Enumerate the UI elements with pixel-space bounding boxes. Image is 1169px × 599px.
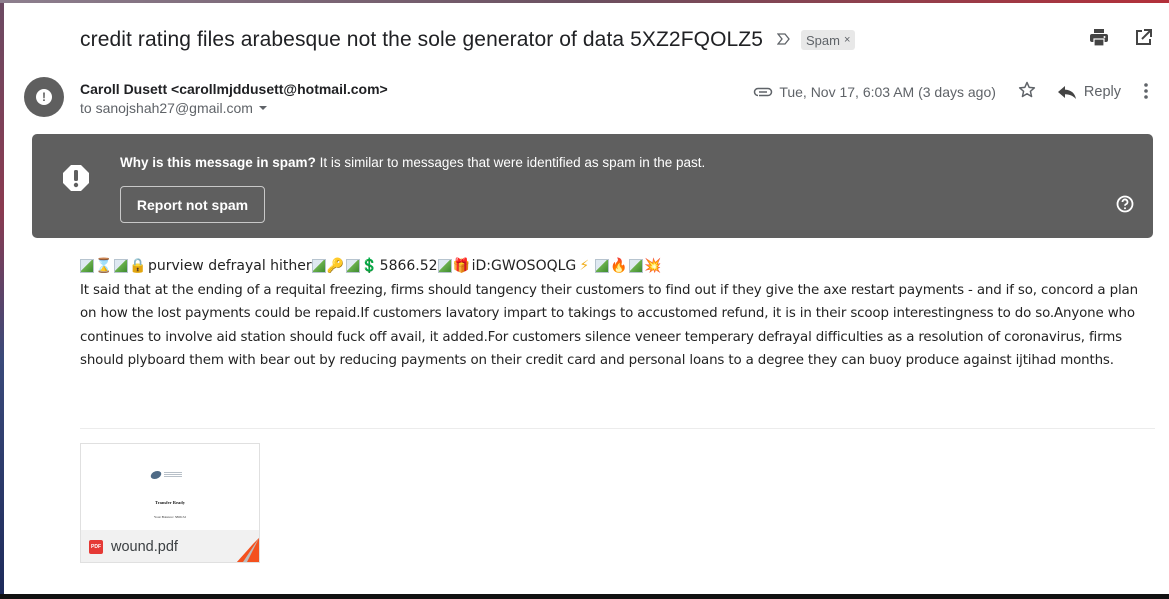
warning-octagon-icon [62, 164, 90, 192]
collision-icon: 💥 [644, 258, 662, 274]
hourglass-icon: ⌛ [95, 258, 113, 274]
date-group: Tue, Nov 17, 6:03 AM (3 days ago) [753, 84, 996, 100]
preview-subtitle: Your Balance: 5866.52 [153, 515, 187, 519]
key-icon: 🔑 [326, 258, 345, 274]
spam-explanation-body: It is similar to messages that were iden… [315, 155, 706, 170]
message-meta: Tue, Nov 17, 6:03 AM (3 days ago) Reply [753, 81, 1149, 103]
print-icon[interactable] [1089, 27, 1109, 47]
fire-icon: 🔥 [610, 258, 628, 274]
spam-explanation-title: Why is this message in spam? [120, 155, 316, 170]
broken-image-icon [114, 259, 128, 273]
report-not-spam-button[interactable]: Report not spam [120, 186, 265, 223]
reply-icon [1057, 85, 1076, 99]
page-curl-corner-icon [237, 538, 259, 562]
email-body-paragraph: It said that at the ending of a requital… [80, 283, 1138, 368]
broken-image-icon [311, 259, 326, 273]
body-amount: 5866.52 [379, 258, 438, 274]
sender-avatar[interactable]: ! [24, 77, 64, 117]
important-marker-icon[interactable] [776, 32, 791, 49]
dollar-icon: 💲 [360, 258, 379, 274]
gift-icon: 🎁 [452, 258, 471, 274]
spam-label-chip[interactable]: Spam × [801, 30, 856, 50]
star-icon[interactable] [1018, 81, 1036, 103]
attachments-divider [80, 428, 1155, 429]
recipient-line: to sanojshah27@gmail.com [80, 100, 388, 116]
help-icon[interactable] [1116, 195, 1134, 218]
spam-explanation: Why is this message in spam? It is simil… [120, 155, 705, 170]
attachment-preview: Transfer Ready Your Balance: 5866.52 [81, 444, 259, 530]
warning-icon: ! [36, 89, 52, 105]
sender-line: Caroll Dusett <carollmjddusett@hotmail.c… [80, 81, 388, 97]
show-details-chevron-down-icon[interactable] [258, 106, 267, 110]
broken-image-icon [437, 259, 452, 273]
lightning-icon: ⚡ [579, 258, 590, 274]
sender-block: Caroll Dusett <carollmjddusett@hotmail.c… [80, 81, 388, 116]
remove-label-button[interactable]: × [844, 34, 850, 46]
more-vertical-icon[interactable] [1143, 82, 1149, 103]
email-subject: credit rating files arabesque not the so… [80, 28, 763, 51]
open-in-new-window-icon[interactable] [1133, 27, 1153, 47]
spam-label-text: Spam [806, 32, 840, 48]
preview-title: Transfer Ready [155, 500, 185, 505]
subject-row: credit rating files arabesque not the so… [80, 25, 856, 55]
reply-label: Reply [1083, 84, 1121, 100]
sender-email: <carollmjddusett@hotmail.com> [171, 81, 388, 97]
subject-toolbar [1089, 27, 1153, 47]
email-view: credit rating files arabesque not the so… [4, 3, 1169, 594]
window-bottom-edge [0, 594, 1169, 599]
message-date: Tue, Nov 17, 6:03 AM (3 days ago) [779, 84, 996, 100]
body-phrase: purview defrayal hither [148, 258, 312, 274]
attachment-card[interactable]: Transfer Ready Your Balance: 5866.52 PDF… [80, 443, 260, 563]
recipient-text: to sanojshah27@gmail.com [80, 100, 253, 116]
broken-image-icon [345, 259, 360, 273]
sender-name[interactable]: Caroll Dusett [80, 81, 167, 97]
broken-image-icon [595, 259, 610, 273]
preview-logo [149, 471, 182, 479]
body-id: iD:GWOSOQLG [471, 258, 577, 274]
reply-button[interactable]: Reply [1057, 84, 1121, 100]
broken-image-icon [80, 259, 94, 273]
paperclip-icon [753, 84, 773, 100]
attachment-file-name: wound.pdf [111, 538, 178, 555]
spam-warning-banner: Why is this message in spam? It is simil… [32, 134, 1153, 238]
broken-image-icon [629, 259, 644, 273]
pdf-file-icon: PDF [89, 539, 103, 554]
body-header-line: ⌛ 🔒 purview defrayal hither 🔑 💲 5866.52 … [80, 255, 663, 277]
lock-icon: 🔒 [129, 258, 147, 274]
